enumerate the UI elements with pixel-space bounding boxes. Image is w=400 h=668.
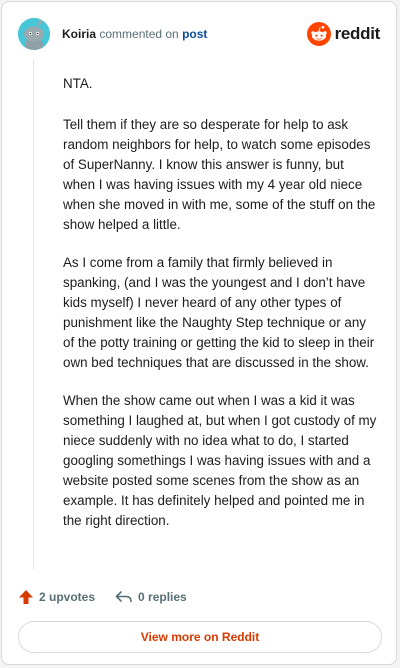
upvote-arrow-icon bbox=[19, 590, 33, 604]
avatar[interactable] bbox=[18, 18, 50, 50]
comment-header: Koiria commented on post reddit bbox=[18, 18, 380, 52]
reply-count: 0 replies bbox=[138, 590, 187, 604]
reddit-wordmark: reddit bbox=[334, 24, 381, 43]
comment-paragraph: NTA. bbox=[63, 76, 93, 91]
comment-paragraph: Tell them if they are so desperate for h… bbox=[63, 117, 376, 232]
reply-arrow-icon bbox=[115, 591, 132, 603]
reddit-logo[interactable]: reddit bbox=[306, 21, 381, 47]
comment-footer: 2 upvotes 0 replies bbox=[18, 585, 187, 609]
post-link[interactable]: post bbox=[182, 27, 207, 41]
view-more-button[interactable]: View more on Reddit bbox=[18, 621, 382, 653]
comment-card: Koiria commented on post reddit NTA. Tel… bbox=[1, 1, 397, 665]
comment-paragraph: As I come from a family that firmly beli… bbox=[63, 255, 375, 370]
comment-body: NTA. Tell them if they are so desperate … bbox=[63, 74, 377, 549]
snoo-avatar-icon bbox=[18, 18, 50, 50]
comment-meta: Koiria commented on post bbox=[62, 27, 207, 41]
upvote-count: 2 upvotes bbox=[39, 590, 96, 604]
thread-line bbox=[33, 59, 34, 569]
reddit-logo-icon bbox=[306, 22, 331, 46]
username[interactable]: Koiria bbox=[62, 27, 96, 41]
replies-button[interactable]: 0 replies bbox=[115, 589, 187, 605]
comment-paragraph: When the show came out when I was a kid … bbox=[63, 393, 377, 528]
action-text: commented on bbox=[96, 27, 183, 41]
upvote-button[interactable]: 2 upvotes bbox=[18, 589, 95, 605]
